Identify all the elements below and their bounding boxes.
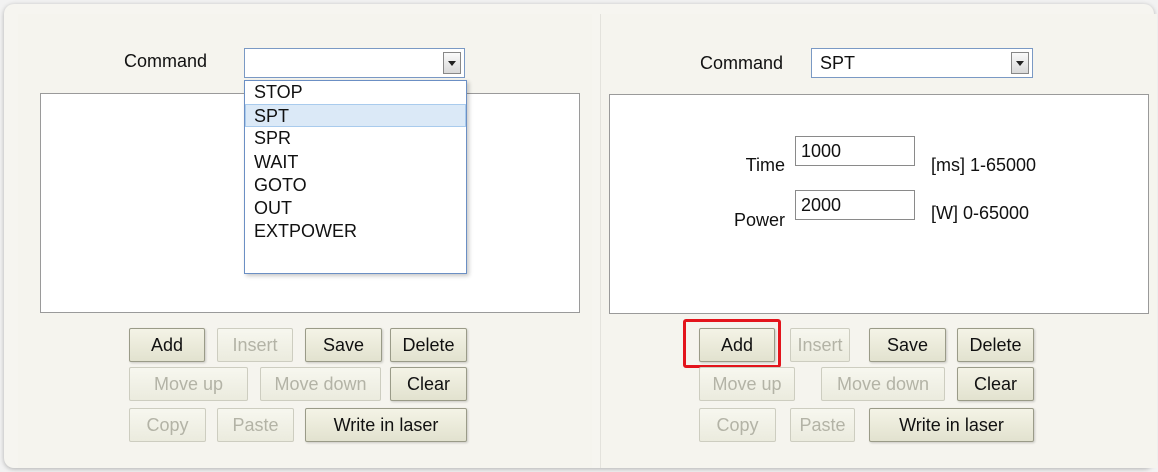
chevron-down-icon[interactable] (443, 52, 461, 74)
move-up-button[interactable]: Move up (699, 367, 795, 401)
command-label: Command (700, 53, 784, 73)
save-button[interactable]: Save (305, 328, 382, 362)
paste-button[interactable]: Paste (217, 408, 294, 442)
move-down-button[interactable]: Move down (821, 367, 945, 401)
dropdown-option-goto[interactable]: GOTO (245, 174, 466, 197)
dropdown-option-stop[interactable]: STOP (245, 81, 466, 104)
command-select-value: SPT (820, 53, 856, 73)
dropdown-option-extpower[interactable]: EXTPOWER (245, 220, 466, 243)
command-select[interactable] (244, 48, 465, 78)
power-label: Power (733, 210, 785, 230)
dropdown-option-out[interactable]: OUT (245, 197, 466, 220)
command-dropdown-list[interactable]: STOP SPT SPR WAIT GOTO OUT EXTPOWER (244, 80, 467, 274)
copy-button[interactable]: Copy (129, 408, 206, 442)
clear-button[interactable]: Clear (390, 367, 467, 401)
chevron-down-icon[interactable] (1011, 52, 1029, 74)
dropdown-option-spr[interactable]: SPR (245, 127, 466, 150)
time-label: Time (745, 155, 785, 175)
delete-button[interactable]: Delete (957, 328, 1034, 362)
insert-button[interactable]: Insert (790, 328, 850, 362)
right-command-panel: Command SPT Time [ms] 1-65000 Power [W] … (600, 14, 1157, 468)
clear-button[interactable]: Clear (957, 367, 1034, 401)
write-in-laser-button[interactable]: Write in laser (869, 408, 1034, 442)
command-select[interactable]: SPT (811, 48, 1033, 78)
write-in-laser-button[interactable]: Write in laser (305, 408, 467, 442)
save-button[interactable]: Save (869, 328, 946, 362)
delete-button[interactable]: Delete (390, 328, 467, 362)
power-input[interactable] (795, 190, 915, 220)
paste-button[interactable]: Paste (790, 408, 855, 442)
move-up-button[interactable]: Move up (129, 367, 248, 401)
dropdown-option-spt[interactable]: SPT (245, 104, 466, 128)
command-label: Command (124, 51, 208, 71)
copy-button[interactable]: Copy (699, 408, 776, 442)
left-command-panel: Command STOP SPT SPR WAIT GOTO OUT EXTPO… (18, 14, 592, 468)
time-unit-label: [ms] 1-65000 (931, 155, 1037, 175)
power-unit-label: [W] 0-65000 (931, 203, 1030, 223)
move-down-button[interactable]: Move down (260, 367, 381, 401)
add-button[interactable]: Add (129, 328, 205, 362)
screenshot-frame: Command STOP SPT SPR WAIT GOTO OUT EXTPO… (4, 4, 1157, 468)
time-input[interactable] (795, 136, 915, 166)
add-button[interactable]: Add (699, 328, 775, 362)
dropdown-option-wait[interactable]: WAIT (245, 151, 466, 174)
insert-button[interactable]: Insert (217, 328, 293, 362)
